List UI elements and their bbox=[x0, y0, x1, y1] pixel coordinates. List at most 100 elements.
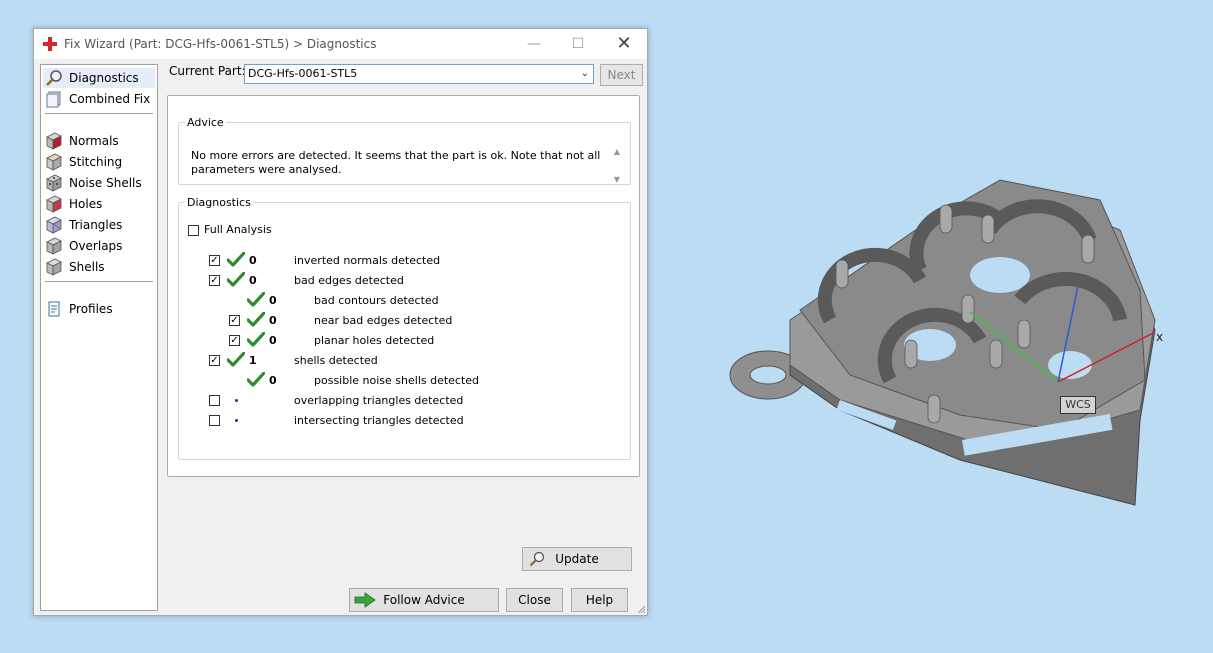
triangles-cube-icon bbox=[46, 216, 62, 234]
nav-item-label: Shells bbox=[69, 260, 105, 274]
diagnostic-label: planar holes detected bbox=[314, 334, 435, 347]
window-title: Fix Wizard (Part: DCG-Hfs-0061-STL5) > D… bbox=[64, 37, 377, 51]
diagnostic-label: near bad edges detected bbox=[314, 314, 453, 327]
scroll-up-icon[interactable]: ▲ bbox=[614, 147, 620, 156]
current-part-label: Current Part: bbox=[169, 64, 246, 78]
diagnostic-label: bad contours detected bbox=[314, 294, 439, 307]
green-check-icon bbox=[227, 252, 245, 267]
next-button[interactable]: Next bbox=[600, 64, 643, 86]
green-check-icon bbox=[227, 272, 245, 287]
holes-cube-icon bbox=[46, 195, 62, 213]
follow-advice-button[interactable]: Follow Advice bbox=[349, 588, 499, 612]
diagnostic-checkbox[interactable]: ✓ bbox=[229, 315, 240, 326]
wcs-label: WCS bbox=[1060, 396, 1096, 414]
close-button[interactable]: Close bbox=[506, 588, 563, 612]
minimize-button[interactable]: — bbox=[512, 29, 556, 59]
shells-cube-icon bbox=[46, 258, 62, 276]
diagnostic-checkbox[interactable] bbox=[209, 415, 220, 426]
nav-item-stitching[interactable]: Stitching bbox=[43, 152, 155, 172]
diagnostic-label: intersecting triangles detected bbox=[294, 414, 464, 427]
green-check-icon bbox=[247, 312, 265, 327]
nav-divider bbox=[45, 113, 153, 114]
diagnostics-group: Diagnostics Full Analysis ✓ 0 inverted norm… bbox=[178, 196, 632, 571]
heart-pendant-model bbox=[729, 179, 1156, 506]
diagnostic-checkbox[interactable] bbox=[209, 395, 220, 406]
advice-text: No more errors are detected. It seems th… bbox=[191, 149, 601, 176]
maximize-button[interactable]: ☐ bbox=[556, 29, 600, 59]
current-part-select[interactable]: DCG-Hfs-0061-STL5 ⌄ bbox=[244, 64, 594, 84]
close-window-button[interactable]: ✕ bbox=[602, 29, 646, 59]
green-check-icon bbox=[227, 352, 245, 367]
diagnostic-count: 0 bbox=[249, 254, 257, 267]
follow-advice-label: Follow Advice bbox=[383, 593, 465, 607]
advice-group: Advice No more errors are detected. It s… bbox=[178, 116, 631, 185]
green-check-icon bbox=[247, 292, 265, 307]
diagnostic-count: 1 bbox=[249, 354, 257, 367]
not-analysed-dot-icon bbox=[235, 399, 238, 402]
diagnostic-count: 0 bbox=[269, 374, 277, 387]
red-cross-icon bbox=[43, 37, 57, 51]
nav-item-label: Overlaps bbox=[69, 239, 123, 253]
advice-legend: Advice bbox=[187, 116, 224, 129]
noise-shells-cube-icon bbox=[46, 174, 62, 192]
current-part-value: DCG-Hfs-0061-STL5 bbox=[248, 67, 358, 80]
nav-item-label: Noise Shells bbox=[69, 176, 142, 190]
full-analysis-label: Full Analysis bbox=[204, 223, 272, 236]
diagnostic-label: bad edges detected bbox=[294, 274, 404, 287]
green-arrow-icon bbox=[354, 592, 376, 608]
update-label: Update bbox=[555, 552, 599, 566]
help-button[interactable]: Help bbox=[571, 588, 628, 612]
resize-grip-icon[interactable] bbox=[636, 604, 646, 614]
diagnostics-panel: Advice No more errors are detected. It s… bbox=[167, 95, 640, 571]
fix-wizard-dialog: Fix Wizard (Part: DCG-Hfs-0061-STL5) > D… bbox=[33, 28, 648, 616]
nav-item-diagnostics[interactable]: Diagnostics bbox=[43, 68, 155, 88]
nav-item-triangles[interactable]: Triangles bbox=[43, 215, 155, 235]
green-check-icon bbox=[247, 372, 265, 387]
nav-item-label: Diagnostics bbox=[69, 71, 139, 85]
nav-item-normals[interactable]: Normals bbox=[43, 131, 155, 151]
diagnostic-count: 0 bbox=[269, 334, 277, 347]
model-viewport[interactable]: x WCS bbox=[700, 160, 1200, 540]
diagnostic-label: inverted normals detected bbox=[294, 254, 441, 267]
nav-item-label: Combined Fix bbox=[69, 92, 151, 106]
nav-item-label: Triangles bbox=[69, 218, 123, 232]
magnifier-icon bbox=[46, 70, 62, 86]
diagnostic-checkbox[interactable]: ✓ bbox=[209, 255, 220, 266]
green-check-icon bbox=[247, 332, 265, 347]
normals-cube-icon bbox=[46, 132, 62, 150]
chevron-down-icon: ⌄ bbox=[580, 68, 589, 79]
nav-item-profiles[interactable]: Profiles bbox=[43, 299, 155, 319]
profiles-document-icon bbox=[48, 301, 60, 317]
diagnostic-label: shells detected bbox=[294, 354, 378, 367]
x-axis-label: x bbox=[1156, 330, 1164, 344]
nav-item-label: Normals bbox=[69, 134, 119, 148]
diagnostic-label: overlapping triangles detected bbox=[294, 394, 464, 407]
scroll-down-icon[interactable]: ▼ bbox=[614, 175, 620, 184]
update-button[interactable]: Update bbox=[522, 547, 632, 571]
diagnostic-count: 0 bbox=[269, 314, 277, 327]
nav-item-label: Profiles bbox=[69, 302, 113, 316]
magnifier-icon bbox=[529, 551, 545, 567]
nav-item-combined-fix[interactable]: Combined Fix bbox=[43, 89, 155, 109]
nav-item-holes[interactable]: Holes bbox=[43, 194, 155, 214]
nav-item-label: Holes bbox=[69, 197, 103, 211]
combined-fix-icon bbox=[46, 91, 61, 108]
diagnostic-count: 0 bbox=[269, 294, 277, 307]
diagnostic-count: 0 bbox=[249, 274, 257, 287]
not-analysed-dot-icon bbox=[235, 419, 238, 422]
full-analysis-checkbox[interactable] bbox=[188, 225, 199, 236]
nav-item-overlaps[interactable]: Overlaps bbox=[43, 236, 155, 256]
diagnostics-legend: Diagnostics bbox=[187, 196, 251, 209]
nav-divider bbox=[45, 281, 153, 282]
stitching-cube-icon bbox=[46, 153, 62, 171]
overlaps-cube-icon bbox=[46, 237, 62, 255]
title-bar[interactable]: Fix Wizard (Part: DCG-Hfs-0061-STL5) > D… bbox=[34, 29, 647, 59]
diagnostic-checkbox[interactable]: ✓ bbox=[209, 355, 220, 366]
diagnostic-checkbox[interactable]: ✓ bbox=[209, 275, 220, 286]
diagnostic-label: possible noise shells detected bbox=[314, 374, 480, 387]
nav-item-noise-shells[interactable]: Noise Shells bbox=[43, 173, 155, 193]
diagnostic-checkbox[interactable]: ✓ bbox=[229, 335, 240, 346]
nav-item-shells[interactable]: Shells bbox=[43, 257, 155, 277]
wizard-nav: Diagnostics Combined Fix Normals Stitchi… bbox=[40, 64, 158, 611]
nav-item-label: Stitching bbox=[69, 155, 123, 169]
